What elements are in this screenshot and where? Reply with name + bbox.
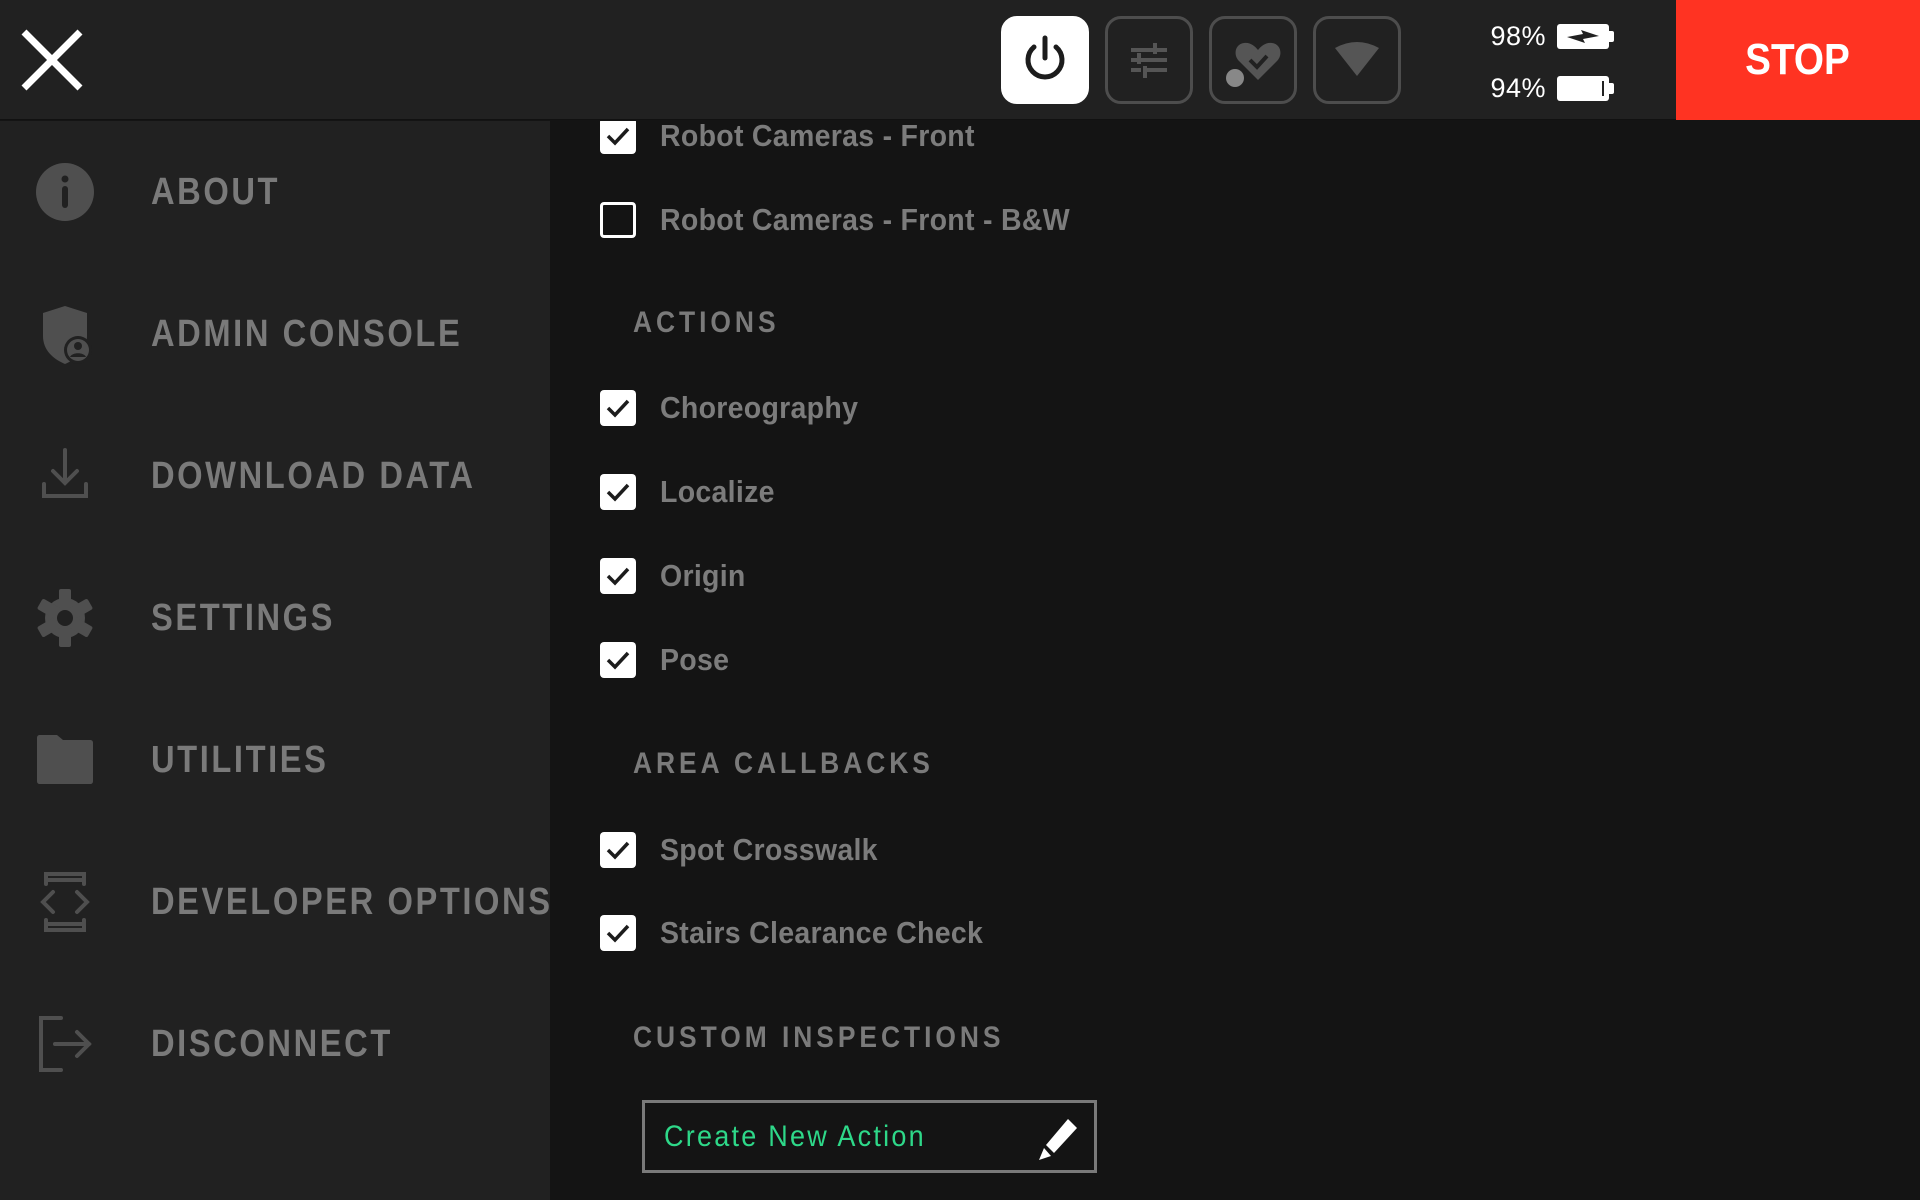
checkmark-icon — [606, 841, 630, 860]
checkbox-label: Choreography — [660, 390, 859, 425]
admin-shield-icon — [30, 299, 100, 369]
sidebar-item-label: SETTINGS — [151, 596, 336, 639]
logout-icon — [30, 1009, 100, 1079]
checkbox-checked[interactable] — [600, 642, 636, 678]
sidebar-item-admin-console[interactable]: ADMIN CONSOLE — [0, 279, 550, 389]
checkbox-label: Stairs Clearance Check — [660, 915, 984, 950]
checkbox-checked[interactable] — [600, 915, 636, 951]
sidebar-item-developer-options[interactable]: DEVELOPER OPTIONS — [0, 847, 550, 957]
sidebar-item-disconnect[interactable]: DISCONNECT — [0, 989, 550, 1099]
section-title-custom-inspections: CUSTOM INSPECTIONS — [633, 1021, 1005, 1054]
checkbox-label: Localize — [660, 474, 775, 509]
info-icon — [30, 157, 100, 227]
sliders-icon — [1131, 43, 1167, 78]
checkbox-checked[interactable] — [600, 558, 636, 594]
folder-icon — [30, 725, 100, 795]
pencil-icon — [1039, 1119, 1077, 1160]
sidebar-item-download-data[interactable]: DOWNLOAD DATA — [0, 421, 550, 531]
sidebar-item-label: DOWNLOAD DATA — [151, 454, 476, 497]
checkbox-label: Origin — [660, 558, 746, 593]
battery-status-1: 98% — [1480, 21, 1640, 51]
checkbox-checked[interactable] — [600, 121, 636, 154]
heart-check-icon — [1226, 42, 1281, 87]
checkmark-icon — [606, 651, 630, 670]
power-button[interactable] — [1001, 16, 1089, 104]
checkmark-icon — [606, 483, 630, 502]
checkbox-checked[interactable] — [600, 832, 636, 868]
power-icon — [1025, 35, 1065, 80]
wifi-button[interactable] — [1313, 16, 1401, 104]
top-bar: 98% 94% STOP — [0, 0, 1920, 120]
sidebar: ABOUT ADMIN CONSOLE DOWNLOAD DATA SETTIN… — [0, 121, 550, 1200]
sidebar-item-label: UTILITIES — [151, 738, 329, 781]
checkbox-origin[interactable]: Origin — [600, 551, 753, 601]
checkbox-label: Pose — [660, 642, 730, 677]
checkbox-pose[interactable]: Pose — [600, 635, 735, 685]
checkbox-choreography[interactable]: Choreography — [600, 383, 875, 433]
controls-button[interactable] — [1105, 16, 1193, 104]
sidebar-item-utilities[interactable]: UTILITIES — [0, 705, 550, 815]
sidebar-item-settings[interactable]: SETTINGS — [0, 563, 550, 673]
checkmark-icon — [606, 567, 630, 586]
sidebar-item-label: ABOUT — [151, 170, 281, 213]
checkbox-label: Robot Cameras - Front — [660, 121, 975, 153]
sidebar-item-label: ADMIN CONSOLE — [151, 312, 463, 355]
battery-charging-icon — [1557, 23, 1614, 49]
close-button[interactable] — [18, 26, 86, 94]
stop-label: STOP — [1745, 35, 1851, 84]
checkbox-robot-cameras-front[interactable]: Robot Cameras - Front — [600, 121, 1002, 161]
battery-percent-1: 98% — [1490, 20, 1546, 51]
create-new-action-label: Create New Action — [664, 1119, 926, 1153]
settings-content: Robot Cameras - Front Robot Cameras - Fr… — [550, 121, 1920, 1200]
battery-percent-2: 94% — [1490, 72, 1546, 103]
developer-code-icon — [30, 867, 100, 937]
checkbox-unchecked[interactable] — [600, 202, 636, 238]
sidebar-item-label: DISCONNECT — [151, 1022, 393, 1065]
sidebar-item-about[interactable]: ABOUT — [0, 137, 550, 247]
checkmark-icon — [606, 924, 630, 943]
checkbox-spot-crosswalk[interactable]: Spot Crosswalk — [600, 825, 897, 875]
battery-icon — [1557, 75, 1614, 101]
create-new-action-button[interactable]: Create New Action — [642, 1100, 1097, 1173]
gear-icon — [30, 583, 100, 653]
checkbox-robot-cameras-front-bw[interactable]: Robot Cameras - Front - B&W — [600, 195, 1106, 245]
checkbox-checked[interactable] — [600, 474, 636, 510]
section-title-area-callbacks: AREA CALLBACKS — [633, 747, 934, 780]
close-icon — [21, 29, 83, 91]
wifi-icon — [1335, 42, 1379, 76]
download-icon — [30, 441, 100, 511]
checkbox-label: Robot Cameras - Front - B&W — [660, 202, 1070, 237]
checkbox-checked[interactable] — [600, 390, 636, 426]
health-button[interactable] — [1209, 16, 1297, 104]
checkmark-icon — [606, 127, 630, 146]
section-title-actions: ACTIONS — [633, 306, 780, 339]
checkbox-localize[interactable]: Localize — [600, 467, 785, 517]
checkbox-stairs-clearance-check[interactable]: Stairs Clearance Check — [600, 908, 1011, 958]
sidebar-item-label: DEVELOPER OPTIONS — [151, 880, 553, 923]
checkmark-icon — [606, 399, 630, 418]
checkbox-label: Spot Crosswalk — [660, 832, 878, 867]
stop-button[interactable]: STOP — [1676, 0, 1920, 120]
battery-status-2: 94% — [1480, 73, 1640, 103]
